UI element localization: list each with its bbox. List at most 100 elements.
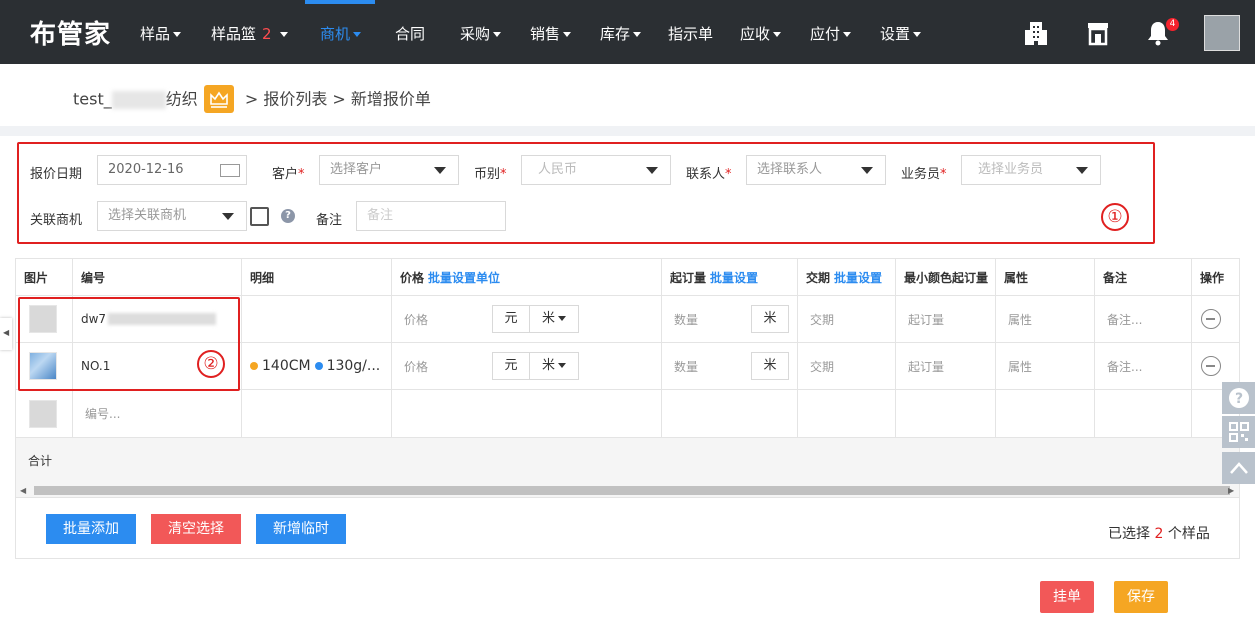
add-temp-button[interactable]: 新增临时 xyxy=(256,514,346,544)
nav-item-sample-basket[interactable]: 样品篮 2 xyxy=(211,24,288,44)
min-color-moq-input[interactable]: 起订量 xyxy=(896,343,996,389)
qty-input[interactable]: 数量 xyxy=(674,358,698,375)
placeholder-image-icon[interactable] xyxy=(29,399,57,428)
qty-unit[interactable]: 米 xyxy=(751,305,789,333)
remark-cell-input[interactable]: 备注... xyxy=(1095,343,1192,389)
nav-item-samples[interactable]: 样品 xyxy=(140,24,182,44)
side-collapse-tab[interactable]: ◀ xyxy=(0,318,12,350)
breadcrumb-company[interactable]: test_ xyxy=(73,90,112,109)
required-mark: * xyxy=(940,167,947,182)
delivery-input[interactable]: 交期 xyxy=(798,343,896,389)
required-mark: * xyxy=(725,167,732,182)
header-code: 编号 xyxy=(73,259,242,295)
clear-selection-button[interactable]: 清空选择 xyxy=(151,514,241,544)
unit-select[interactable]: 米 xyxy=(529,305,579,333)
chevron-left-icon: ◀ xyxy=(3,328,10,337)
back-to-top-button[interactable] xyxy=(1222,452,1255,484)
nav-item-opportunities[interactable]: 商机 xyxy=(320,24,362,44)
nav-item-purchase[interactable]: 采购 xyxy=(460,24,502,44)
remove-row-icon[interactable] xyxy=(1201,309,1221,329)
scrollbar-thumb[interactable] xyxy=(34,486,1230,495)
header-image: 图片 xyxy=(16,259,73,295)
salesman-select[interactable]: 选择业务员 xyxy=(961,155,1101,185)
customer-label-text: 客户 xyxy=(272,167,299,182)
breadcrumb-quote-list[interactable]: 报价列表 xyxy=(263,90,327,109)
nav-item-inventory[interactable]: 库存 xyxy=(600,24,642,44)
min-color-moq-input[interactable]: 起订量 xyxy=(896,296,996,342)
batch-set-unit-link[interactable]: 批量设置单位 xyxy=(428,269,500,286)
remark-placeholder: 备注 xyxy=(367,208,394,223)
nav-item-payables[interactable]: 应付 xyxy=(810,24,852,44)
currency-unit-select[interactable]: 元 xyxy=(492,305,530,333)
currency-unit-select[interactable]: 元 xyxy=(492,352,530,380)
nav-item-receivables[interactable]: 应收 xyxy=(740,24,782,44)
price-input[interactable]: 价格 xyxy=(404,358,428,375)
nav-label: 采购 xyxy=(460,25,491,43)
new-row: 编号... xyxy=(16,390,1239,438)
building-icon[interactable] xyxy=(1024,20,1048,46)
batch-set-delivery-link[interactable]: 批量设置 xyxy=(834,269,882,286)
quote-date-input[interactable]: 2020-12-16 xyxy=(97,155,247,185)
qrcode-float-button[interactable] xyxy=(1222,416,1255,448)
header-moq: 起订量 批量设置 xyxy=(662,259,798,295)
opportunity-checkbox[interactable] xyxy=(250,207,269,226)
remove-row-icon[interactable] xyxy=(1201,356,1221,376)
currency-label-text: 币别 xyxy=(474,167,501,182)
remark-input[interactable]: 备注 xyxy=(356,201,506,231)
store-icon[interactable] xyxy=(1086,20,1110,46)
question-icon: ? xyxy=(1228,388,1249,408)
qty-unit[interactable]: 米 xyxy=(751,352,789,380)
unit-select[interactable]: 米 xyxy=(529,352,579,380)
weight-dot-icon xyxy=(314,362,323,370)
required-mark: * xyxy=(298,167,305,182)
nav-item-contracts[interactable]: 合同 xyxy=(395,24,425,44)
svg-text:?: ? xyxy=(1234,391,1242,407)
basket-count-badge: 2 xyxy=(262,25,272,43)
chevron-down-icon xyxy=(563,32,572,37)
sum-row: 合计 xyxy=(16,438,1239,483)
new-code-input[interactable]: 编号... xyxy=(73,390,242,437)
breadcrumb-separator: > xyxy=(239,89,264,109)
opportunity-select[interactable]: 选择关联商机 xyxy=(97,201,247,231)
header-remark: 备注 xyxy=(1095,259,1192,295)
avatar[interactable] xyxy=(1204,15,1240,51)
nav-item-instructions[interactable]: 指示单 xyxy=(668,24,713,44)
nav-item-sales[interactable]: 销售 xyxy=(530,24,572,44)
breadcrumb-company-suffix[interactable]: 纺织 xyxy=(166,90,198,109)
delivery-input[interactable]: 交期 xyxy=(798,296,896,342)
price-input[interactable]: 价格 xyxy=(404,311,428,328)
contact-select[interactable]: 选择联系人 xyxy=(746,155,886,185)
nav-label: 应收 xyxy=(740,25,771,43)
customer-select[interactable]: 选择客户 xyxy=(319,155,459,185)
app-logo[interactable]: 布管家 xyxy=(30,14,111,51)
batch-set-moq-link[interactable]: 批量设置 xyxy=(710,269,758,286)
chevron-down-icon xyxy=(222,213,234,220)
header-min-color-moq: 最小颜色起订量 xyxy=(896,259,996,295)
chevron-down-icon xyxy=(843,32,852,37)
unit-value: 米 xyxy=(541,358,555,373)
nav-item-settings[interactable]: 设置 xyxy=(880,24,922,44)
breadcrumb-separator: > xyxy=(327,89,351,109)
currency-select[interactable]: 人民币 xyxy=(521,155,671,185)
qty-input[interactable]: 数量 xyxy=(674,311,698,328)
help-icon[interactable]: ? xyxy=(281,209,295,223)
empty-cell xyxy=(798,390,896,437)
remark-cell-input[interactable]: 备注... xyxy=(1095,296,1192,342)
empty-cell xyxy=(662,390,798,437)
chevron-down-icon xyxy=(353,32,362,37)
nav-label: 销售 xyxy=(530,25,561,43)
hold-button[interactable]: 挂单 xyxy=(1040,581,1094,613)
help-float-button[interactable]: ? xyxy=(1222,382,1255,414)
save-button[interactable]: 保存 xyxy=(1114,581,1168,613)
opportunity-placeholder: 选择关联商机 xyxy=(108,208,187,223)
attr-input[interactable]: 属性 xyxy=(996,296,1095,342)
detail-width: 140CM xyxy=(262,358,311,374)
chevron-down-icon xyxy=(558,316,566,321)
scroll-left-icon[interactable]: ◀ xyxy=(20,486,26,495)
required-mark: * xyxy=(500,167,507,182)
batch-add-button[interactable]: 批量添加 xyxy=(46,514,136,544)
horizontal-scrollbar[interactable]: ◀ ▶ xyxy=(16,483,1239,497)
contact-label-text: 联系人 xyxy=(686,167,726,182)
attr-input[interactable]: 属性 xyxy=(996,343,1095,389)
scroll-right-icon[interactable]: ▶ xyxy=(1228,486,1234,495)
